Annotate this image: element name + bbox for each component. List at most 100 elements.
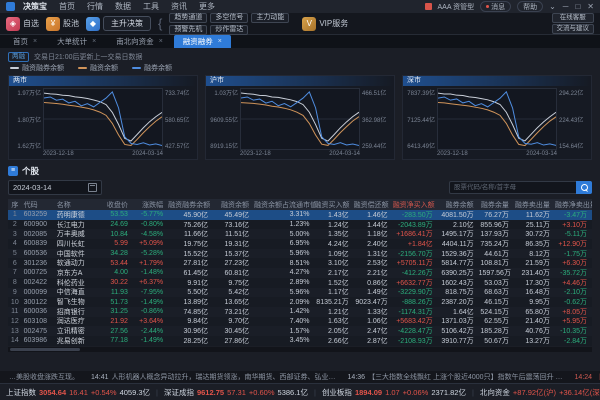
column-header-代码[interactable]: 代码 [22,200,55,210]
cell: 2.66亿 [315,336,354,346]
table-row[interactable]: 13002475立讯精密27.56-2.44%30.96亿30.45亿1.57%… [8,326,592,336]
menu-item-数据[interactable]: 数据 [115,1,131,12]
strategy-button-多空信号[interactable]: 多空信号 [210,13,248,23]
legend-item-融资融券余额[interactable]: 融资融券余额 [10,63,64,73]
column-header-名称[interactable]: 名称 [55,200,102,210]
tab-close-icon[interactable]: × [218,38,222,45]
account-name[interactable]: AAA 资管型 [438,2,475,12]
menu-item-资讯[interactable]: 资讯 [171,1,187,12]
watchlist-button[interactable]: ◈ 自选 [6,17,39,31]
tab-close-icon[interactable]: × [159,38,163,45]
table-row[interactable]: 5600536中国软件34.28-5.28%15.52亿15.37亿5.96%1… [8,249,592,259]
scrollbar-thumb[interactable] [10,348,80,351]
column-header-融资净买入额[interactable]: 融资净买入额 [393,200,438,210]
menu-item-行情[interactable]: 行情 [87,1,103,12]
cell: 1.33亿 [354,307,393,317]
axis-label: 154.64亿 [559,141,589,150]
menu-item-更多[interactable]: 更多 [199,1,215,12]
northbound-funds[interactable]: 北向资金+87.92亿(沪)+36.14亿(深) [480,387,600,398]
cell: -35.72万 [555,268,592,278]
strategy-button-炒作雷达[interactable]: 炒作雷达 [210,25,248,35]
menu-item-首页[interactable]: 首页 [59,1,75,12]
index-quote-创业板指[interactable]: 创业板指1894.091.07+0.06%2371.82亿 [322,387,466,398]
table-row[interactable]: 11600036招商银行31.25-0.86%74.85亿73.21亿1.42%… [8,307,592,317]
search-button[interactable] [576,181,592,194]
maximize-icon[interactable]: □ [575,2,580,11]
column-header-收盘价[interactable]: 收盘价 [102,200,133,210]
strategy-button-主力动能[interactable]: 主力动能 [251,13,289,23]
news-item[interactable]: 14:24【国联证券：银行后续修复下行空间不大 具备高股息率先企稳…】 [575,372,600,382]
table-row[interactable]: 1603259药明康德53.53-5.77%45.90亿45.49亿3.31%1… [8,210,592,220]
legend-label: 融资余额 [90,63,118,73]
tab-大单统计[interactable]: 大单统计× [48,35,105,48]
tab-融资融券[interactable]: 融资融券× [174,35,231,48]
table-row[interactable]: 2600900长江电力24.69-0.80%75.26亿73.16亿1.23%1… [8,220,592,230]
table-row[interactable]: 9000099中信海直11.93-7.95%5.50亿5.42亿5.96%1.1… [8,288,592,298]
cell: 1.24亿 [315,220,354,230]
legend-item-融资余额[interactable]: 融资余额 [78,63,118,73]
column-header-融资余额占流通市值比[interactable]: 融资余额占流通市值比 [254,200,315,210]
table-row[interactable]: 6301236软通动力53.44+1.79%27.81亿27.23亿8.51%3… [8,258,592,268]
legend-item-融券余额[interactable]: 融券余额 [132,63,172,73]
cell: 2.10亿 [438,220,479,230]
date-picker[interactable]: 2024-03-14 [8,180,102,195]
column-header-涨跌幅[interactable]: 涨跌幅 [133,200,168,210]
app-title: 决策宝 [23,1,47,12]
cell: 1 [8,211,22,218]
chart-plot[interactable] [43,88,163,150]
cell: 818.75万 [438,287,479,297]
x-axis-label: 2023-12-18 [240,150,271,159]
news-item[interactable]: 14:41人形机器人概念异动拉升，瑞达期货领涨，南华期货、西部证券、弘业… [91,372,336,382]
news-item[interactable]: 14:36【三大指数全线飘红 上涨个股近4000只】指数午后震荡回升 … [348,372,563,382]
column-header-融资融券余额[interactable]: 融资融券余额 [168,200,213,210]
tab-南北向资金[interactable]: 南北向资金× [107,35,172,48]
cell: 5.96% [254,250,315,257]
cell: 2 [8,221,22,228]
column-header-融资买入额[interactable]: 融资买入额 [315,200,354,210]
column-header-融券余量[interactable]: 融券余量 [479,200,514,210]
column-header-融券净卖出量[interactable]: 融券净卖出量 [555,200,592,210]
cell: -888.26万 [393,297,438,307]
messages-button[interactable]: 消息 [480,1,511,12]
table-row[interactable]: 10300122智飞生物51.73-1.49%13.89亿13.65亿2.09%… [8,297,592,307]
strategy-button-预警先机[interactable]: 预警先机 [169,25,207,35]
column-header-融券卖出量[interactable]: 融券卖出量 [514,200,555,210]
column-header-融券余额[interactable]: 融券余额 [438,200,479,210]
stock-pool-button[interactable]: ¥ 股池 [46,17,79,31]
cell: 4404.11万 [438,239,479,249]
minimize-icon[interactable]: ─ [563,2,569,11]
online-service-button[interactable]: 在线客服 [552,13,595,23]
table-row[interactable]: 4600839四川长虹5.99+5.09%19.75亿19.31亿6.95%4.… [8,239,592,249]
table-row[interactable]: 12603108润达医疗21.92+3.64%9.84亿9.70亿7.40%1.… [8,317,592,327]
stocks-icon: ≡ [8,166,18,176]
tab-close-icon[interactable]: × [92,38,96,45]
vip-service-button[interactable]: V VIP服务 [302,17,348,31]
table-row[interactable]: 7000725京东方A4.00-1.48%61.45亿60.81亿4.27%2.… [8,268,592,278]
cell: 5.99 [102,240,133,247]
close-icon[interactable]: ✕ [587,2,594,11]
table-row[interactable]: 14603986兆易创新77.18-1.49%28.25亿27.86亿3.45%… [8,336,592,346]
column-header-融资偿还额[interactable]: 融资偿还额 [354,200,393,210]
column-header-融资余额[interactable]: 融资余额 [213,200,254,210]
minimize-to-tray-icon[interactable]: ⌄ [549,2,556,11]
horizontal-scrollbar[interactable] [8,347,592,352]
cell: +1686.41万 [393,229,438,239]
main-decision-button[interactable]: 主升决策 [103,16,151,31]
chart-plot[interactable] [437,88,557,150]
update-note: 交易日21:00后更新上一交易日数据 [34,52,143,62]
tab-close-icon[interactable]: × [33,38,37,45]
menu-item-工具[interactable]: 工具 [143,1,159,12]
strategy-button-趋势通道[interactable]: 趋势通道 [169,13,207,23]
stock-search-input[interactable] [449,181,576,194]
feedback-button[interactable]: 交流与建议 [552,24,595,34]
index-quote-深证成指[interactable]: 深证成指9612.7557.31+0.60%5386.1亿 [164,387,308,398]
chart-plot[interactable] [240,88,360,150]
help-button[interactable]: 帮助 [517,1,543,12]
cell: 31.25 [102,308,133,315]
index-quote-上证指数[interactable]: 上证指数3054.6416.41+0.54%4059.3亿 [6,387,150,398]
table-row[interactable]: 8002422科伦药业30.22+6.37%9.91亿9.75亿2.89%1.5… [8,278,592,288]
tab-首页[interactable]: 首页× [4,35,46,48]
table-row[interactable]: 3002085万丰奥威10.84-4.58%11.66亿11.51亿5.00%1… [8,229,592,239]
news-item[interactable]: …美股收盘涨跌互现。 [6,372,79,382]
column-header-序[interactable]: 序 [8,200,22,210]
